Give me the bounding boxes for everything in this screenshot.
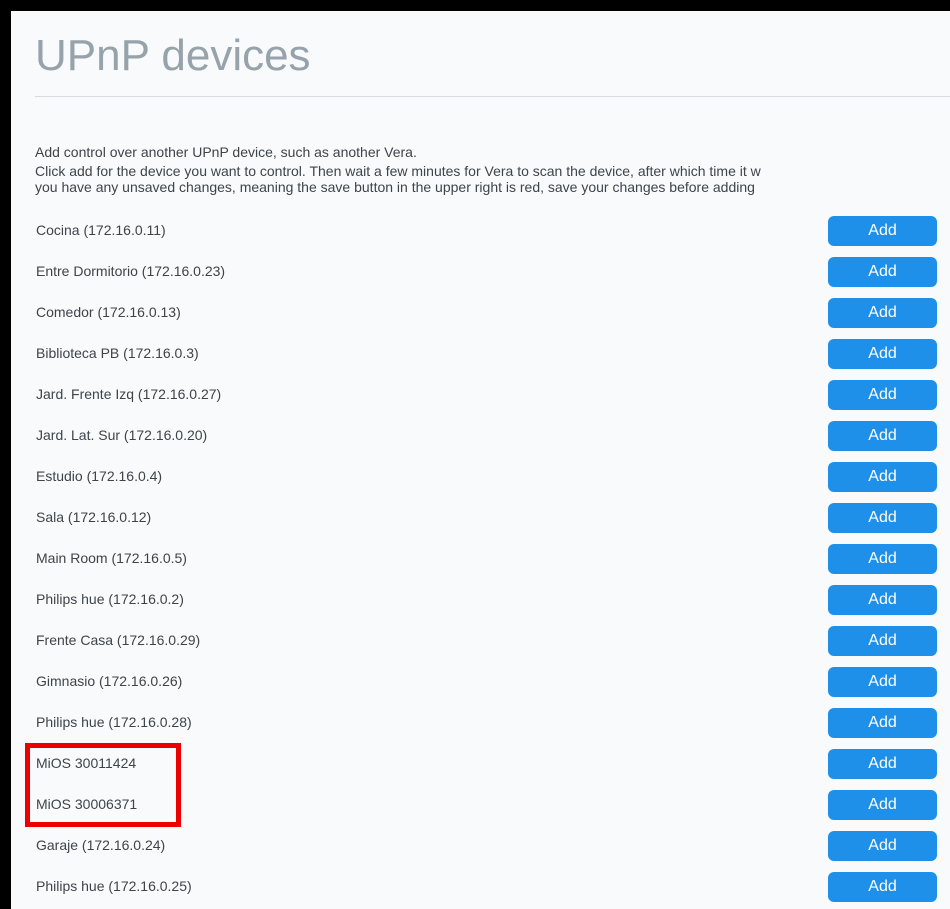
add-device-button[interactable]: Add: [828, 626, 937, 656]
add-device-button[interactable]: Add: [828, 667, 937, 697]
device-row: Comedor (172.16.0.13) Add: [0, 294, 950, 335]
add-device-button[interactable]: Add: [828, 708, 937, 738]
add-device-button[interactable]: Add: [828, 421, 937, 451]
device-name: Entre Dormitorio (172.16.0.23): [36, 263, 226, 279]
device-name: Jard. Frente Izq (172.16.0.27): [36, 386, 222, 402]
device-row: Philips hue (172.16.0.28) Add: [0, 704, 950, 745]
device-row: Entre Dormitorio (172.16.0.23) Add: [0, 253, 950, 294]
device-row: MiOS 30011424 Add: [0, 745, 950, 786]
device-row: Philips hue (172.16.0.25) Add: [0, 868, 950, 909]
instructions-text: Click add for the device you want to con…: [35, 163, 761, 195]
add-device-button[interactable]: Add: [828, 790, 937, 820]
device-row: Estudio (172.16.0.4) Add: [0, 458, 950, 499]
add-device-button[interactable]: Add: [828, 380, 937, 410]
device-name: Philips hue (172.16.0.25): [36, 878, 192, 894]
add-device-button[interactable]: Add: [828, 462, 937, 492]
add-device-button[interactable]: Add: [828, 503, 937, 533]
device-row: Biblioteca PB (172.16.0.3) Add: [0, 335, 950, 376]
device-name: Philips hue (172.16.0.28): [36, 714, 192, 730]
device-row: Jard. Frente Izq (172.16.0.27) Add: [0, 376, 950, 417]
device-name: Garaje (172.16.0.24): [36, 837, 166, 853]
device-row: Main Room (172.16.0.5) Add: [0, 540, 950, 581]
device-name: Biblioteca PB (172.16.0.3): [36, 345, 199, 361]
add-device-button[interactable]: Add: [828, 585, 937, 615]
device-name: Cocina (172.16.0.11): [36, 222, 166, 238]
device-row: Garaje (172.16.0.24) Add: [0, 827, 950, 868]
intro-text: Add control over another UPnP device, su…: [35, 144, 417, 160]
device-row: Frente Casa (172.16.0.29) Add: [0, 622, 950, 663]
device-name: Gimnasio (172.16.0.26): [36, 673, 183, 689]
title-divider: [35, 96, 950, 97]
device-name: Estudio (172.16.0.4): [36, 468, 163, 484]
instructions-line-1: Click add for the device you want to con…: [35, 163, 761, 179]
device-name: MiOS 30011424: [36, 755, 137, 771]
instructions-line-2: you have any unsaved changes, meaning th…: [35, 179, 755, 195]
device-name: Philips hue (172.16.0.2): [36, 591, 184, 607]
add-device-button[interactable]: Add: [828, 872, 937, 902]
page-title: UPnP devices: [35, 31, 311, 80]
device-row: MiOS 30006371 Add: [0, 786, 950, 827]
add-device-button[interactable]: Add: [828, 831, 937, 861]
add-device-button[interactable]: Add: [828, 257, 937, 287]
device-name: MiOS 30006371: [36, 796, 138, 812]
device-row: Philips hue (172.16.0.2) Add: [0, 581, 950, 622]
add-device-button[interactable]: Add: [828, 339, 937, 369]
device-row: Gimnasio (172.16.0.26) Add: [0, 663, 950, 704]
device-name: Frente Casa (172.16.0.29): [36, 632, 201, 648]
device-name: Comedor (172.16.0.13): [36, 304, 181, 320]
add-device-button[interactable]: Add: [828, 749, 937, 779]
device-name: Jard. Lat. Sur (172.16.0.20): [36, 427, 208, 443]
device-name: Main Room (172.16.0.5): [36, 550, 187, 566]
add-device-button[interactable]: Add: [828, 298, 937, 328]
device-row: Jard. Lat. Sur (172.16.0.20) Add: [0, 417, 950, 458]
device-name: Sala (172.16.0.12): [36, 509, 152, 525]
add-device-button[interactable]: Add: [828, 544, 937, 574]
add-device-button[interactable]: Add: [828, 216, 937, 246]
device-row: Sala (172.16.0.12) Add: [0, 499, 950, 540]
device-row: Cocina (172.16.0.11) Add: [0, 212, 950, 253]
